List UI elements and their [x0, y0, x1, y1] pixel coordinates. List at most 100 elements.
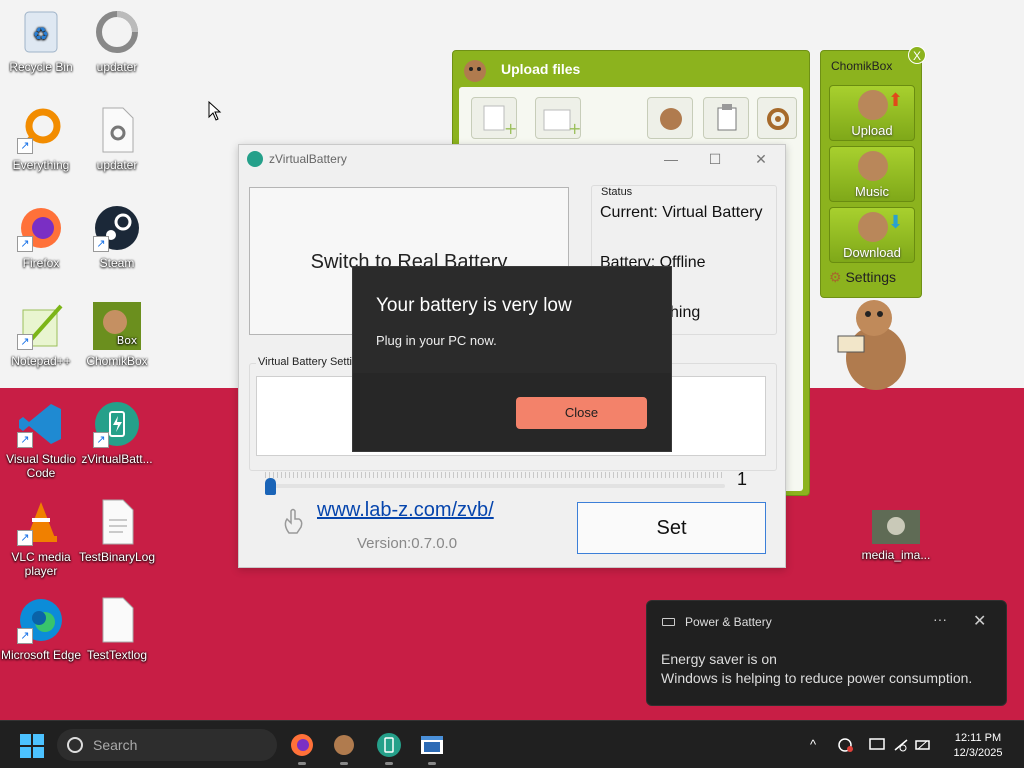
slider-thumb[interactable] — [265, 478, 276, 495]
mouse-cursor-icon — [208, 100, 222, 121]
desktop-icon-label: Notepad++ — [11, 354, 71, 368]
settings-gear-button[interactable] — [757, 97, 797, 139]
taskbar-firefox[interactable] — [288, 731, 316, 765]
desktop-icon-edge[interactable]: ↗ Microsoft Edge — [0, 596, 82, 662]
shortcut-arrow-icon: ↗ — [17, 236, 33, 252]
more-options-button[interactable]: ··· — [933, 611, 947, 627]
desktop-icon-label: Recycle Bin — [9, 60, 73, 74]
desktop-icon-label: Firefox — [22, 256, 60, 270]
running-indicator — [340, 762, 348, 765]
firefox-icon: ↗ — [17, 204, 65, 252]
add-folder-button[interactable]: + — [535, 97, 581, 139]
chomikbox-panel-title: ChomikBox — [831, 59, 893, 73]
desktop-icon-chomikbox[interactable]: Box ChomikBox — [76, 302, 158, 368]
desktop-icon-vscode[interactable]: ↗ Visual Studio Code — [0, 400, 82, 480]
desktop-icon-updater[interactable]: updater — [76, 8, 158, 74]
notification-title: Energy saver is on — [661, 651, 777, 667]
chomik-button[interactable] — [647, 97, 693, 139]
sync-icon[interactable] — [836, 737, 854, 753]
chomik-download-icon — [858, 212, 888, 242]
battery-tray-icon[interactable] — [914, 737, 932, 753]
taskbar-search[interactable]: Search — [57, 729, 277, 761]
tray-overflow-chevron[interactable]: ^ — [804, 737, 822, 753]
chomik-mascot-image — [824, 296, 920, 394]
svg-text:+: + — [504, 119, 517, 138]
power-battery-notification[interactable]: Power & Battery ··· ✕ Energy saver is on… — [646, 600, 1007, 706]
desktop-icon-notepadpp[interactable]: ↗ Notepad++ — [0, 302, 82, 368]
desktop-icon-label: VLC media player — [11, 550, 71, 578]
search-placeholder: Search — [93, 737, 138, 753]
minimize-button[interactable]: — — [649, 147, 693, 171]
file-icon — [93, 498, 141, 546]
clipboard-button[interactable] — [703, 97, 749, 139]
chomikbox-side-panel: ChomikBox ⬆ Upload Music ⬇ Download ⚙ Se… — [820, 50, 922, 298]
settings-link[interactable]: ⚙ Settings — [829, 269, 917, 293]
notepadpp-icon: ↗ — [17, 302, 65, 350]
dialog-message: Plug in your PC now. — [376, 333, 497, 348]
windows-logo-icon — [20, 747, 31, 758]
everything-icon: ↗ — [17, 106, 65, 154]
zvb-app-icon — [247, 151, 263, 167]
desktop-icon-media-image[interactable]: media_ima... — [855, 510, 937, 562]
taskbar-window-app[interactable] — [418, 731, 446, 765]
settings-label: Settings — [845, 269, 897, 285]
desktop-icon-label: ChomikBox — [86, 354, 148, 368]
desktop-icon-testbinarylog[interactable]: TestBinaryLog — [76, 498, 158, 564]
running-indicator — [298, 762, 306, 765]
dialog-close-button[interactable]: Close — [516, 397, 647, 429]
notification-body: Windows is helping to reduce power consu… — [661, 670, 973, 686]
chomikbox-close-button[interactable]: X — [908, 46, 926, 64]
hand-pointer-icon — [281, 507, 307, 535]
set-button[interactable]: Set — [577, 502, 766, 554]
taskbar-zvirtualbattery[interactable] — [375, 731, 403, 765]
desktop-icon-testtextlog[interactable]: TestTextlog — [76, 596, 158, 662]
status-current: Current: Virtual Battery — [600, 204, 763, 221]
text-file-icon — [93, 596, 141, 644]
vlc-icon: ↗ — [17, 498, 65, 546]
desktop-icon-zvirtualbattery[interactable]: ↗ zVirtualBatt... — [76, 400, 158, 466]
battery-icon — [662, 618, 675, 626]
shortcut-arrow-icon: ↗ — [17, 138, 33, 154]
maximize-button[interactable]: ☐ — [693, 147, 737, 171]
image-thumbnail-icon — [872, 510, 920, 544]
download-label: Download — [843, 245, 901, 260]
desktop-icon-recycle-bin[interactable]: ♻ Recycle Bin — [0, 8, 82, 74]
taskbar: Search ^ 12:11 PM 12/3/2025 — [0, 720, 1024, 768]
desktop-icon-vlc[interactable]: ↗ VLC media player — [0, 498, 82, 578]
music-button[interactable]: Music — [829, 146, 915, 202]
upload-button[interactable]: ⬆ Upload — [829, 85, 915, 141]
zvb-titlebar[interactable]: zVirtualBattery — ☐ ✕ — [239, 145, 785, 173]
notification-app-name: Power & Battery — [685, 615, 772, 629]
taskbar-chomikbox[interactable] — [330, 731, 358, 765]
slider-track — [265, 484, 725, 488]
add-file-button[interactable]: + — [471, 97, 517, 139]
start-button[interactable] — [20, 734, 44, 758]
status-caption: Status — [600, 186, 634, 198]
desktop-icon-label: updater — [96, 60, 138, 74]
arrow-down-icon: ⬇ — [888, 212, 904, 232]
display-icon[interactable] — [868, 737, 886, 753]
download-button[interactable]: ⬇ Download — [829, 207, 915, 263]
system-clock[interactable]: 12:11 PM 12/3/2025 — [940, 731, 1016, 761]
chomik-music-icon — [858, 151, 888, 181]
upload-window-title: Upload files — [501, 61, 581, 77]
desktop-icon-everything[interactable]: ↗ Everything — [0, 106, 82, 172]
slider-ticks — [265, 472, 725, 478]
desktop-icon-firefox[interactable]: ↗ Firefox — [0, 204, 82, 270]
network-icon[interactable] — [892, 737, 910, 753]
desktop-icon-label: media_ima... — [861, 548, 931, 562]
svg-text:Box: Box — [117, 334, 138, 347]
desktop-icon-updater-file[interactable]: updater — [76, 106, 158, 172]
svg-text:+: + — [568, 119, 581, 138]
updater-icon — [93, 8, 141, 56]
shortcut-arrow-icon: ↗ — [93, 432, 109, 448]
close-button[interactable]: ✕ — [739, 147, 783, 171]
zvb-window-title: zVirtualBattery — [269, 152, 347, 166]
status-charging: hing — [670, 304, 701, 321]
notification-close-button[interactable]: ✕ — [973, 611, 986, 631]
battery-level-slider[interactable] — [265, 472, 725, 496]
svg-text:♻: ♻ — [33, 24, 49, 45]
desktop-icon-steam[interactable]: ↗ Steam — [76, 204, 158, 270]
website-link[interactable]: www.lab-z.com/zvb/ — [317, 499, 494, 522]
search-icon — [67, 737, 83, 753]
